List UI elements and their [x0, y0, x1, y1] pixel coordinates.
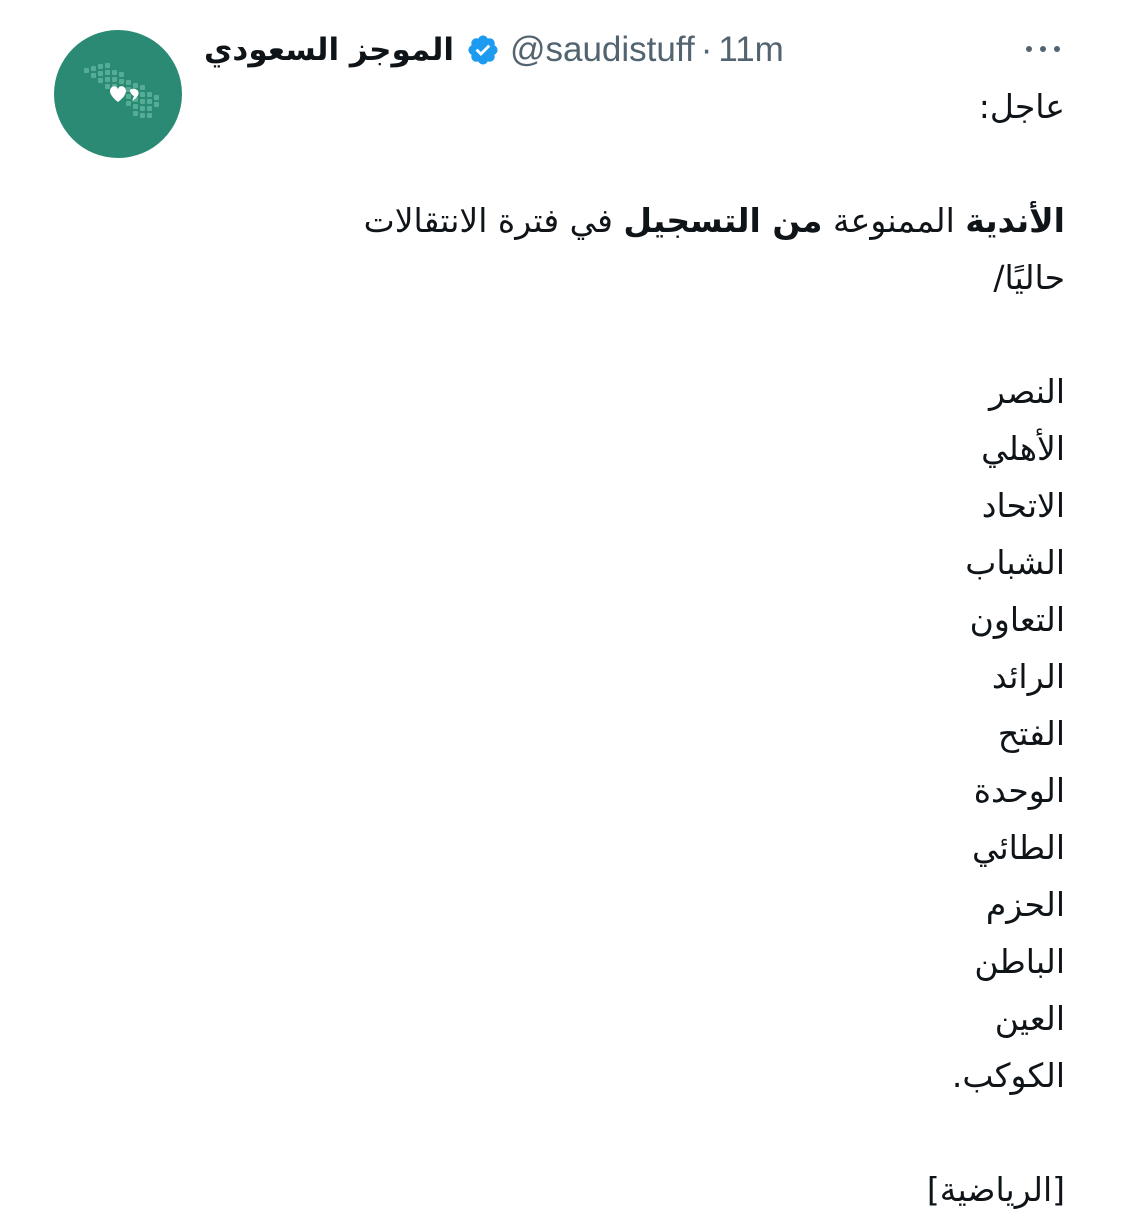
- avatar[interactable]: [54, 30, 182, 158]
- club-list-item: الأهلي: [981, 429, 1065, 468]
- verified-badge-icon: [468, 35, 498, 65]
- club-list-item: الرائد: [991, 657, 1065, 696]
- club-list-item: العين: [994, 999, 1065, 1038]
- saudi-map-logo-icon: [84, 63, 159, 118]
- club-list-item: النصر: [988, 372, 1065, 411]
- club-list-item: الفتح: [997, 714, 1065, 753]
- club-list-item: الطائي: [971, 828, 1065, 867]
- more-horizontal-icon[interactable]: [1020, 38, 1066, 60]
- tweet-source: [الرياضية]: [926, 1170, 1065, 1209]
- intro-forbidden: الممنوعة: [822, 201, 966, 240]
- intro-bold-clubs: الأندية: [965, 201, 1065, 240]
- tweet-header: الموجز السعودي @saudistuff · 11m: [204, 24, 904, 76]
- intro-transfer-period: في فترة الانتقالات: [363, 201, 624, 240]
- club-list-item: الشباب: [965, 543, 1065, 582]
- tweet-intro-line-1: الأندية الممنوعة من التسجيل في فترة الان…: [205, 192, 1065, 249]
- intro-bold-registration: من التسجيل: [623, 201, 823, 240]
- author-handle[interactable]: @saudistuff: [510, 30, 695, 70]
- club-list-item: الاتحاد: [981, 486, 1065, 525]
- club-list-item: الباطن: [974, 942, 1065, 981]
- separator-dot: ·: [700, 30, 713, 69]
- club-list-item: الوحدة: [973, 771, 1065, 810]
- tweet-timestamp[interactable]: 11m: [718, 30, 784, 70]
- club-list-item: الحزم: [985, 885, 1065, 924]
- author-display-name[interactable]: الموجز السعودي: [204, 32, 454, 68]
- tweet-heading: عاجل:: [978, 87, 1065, 126]
- tweet-text: عاجل: الأندية الممنوعة من التسجيل في فتر…: [205, 78, 1065, 1218]
- tweet-intro-line-2: حاليًا/: [993, 258, 1065, 297]
- club-list-item: التعاون: [969, 600, 1065, 639]
- club-list-item: الكوكب.: [951, 1056, 1065, 1095]
